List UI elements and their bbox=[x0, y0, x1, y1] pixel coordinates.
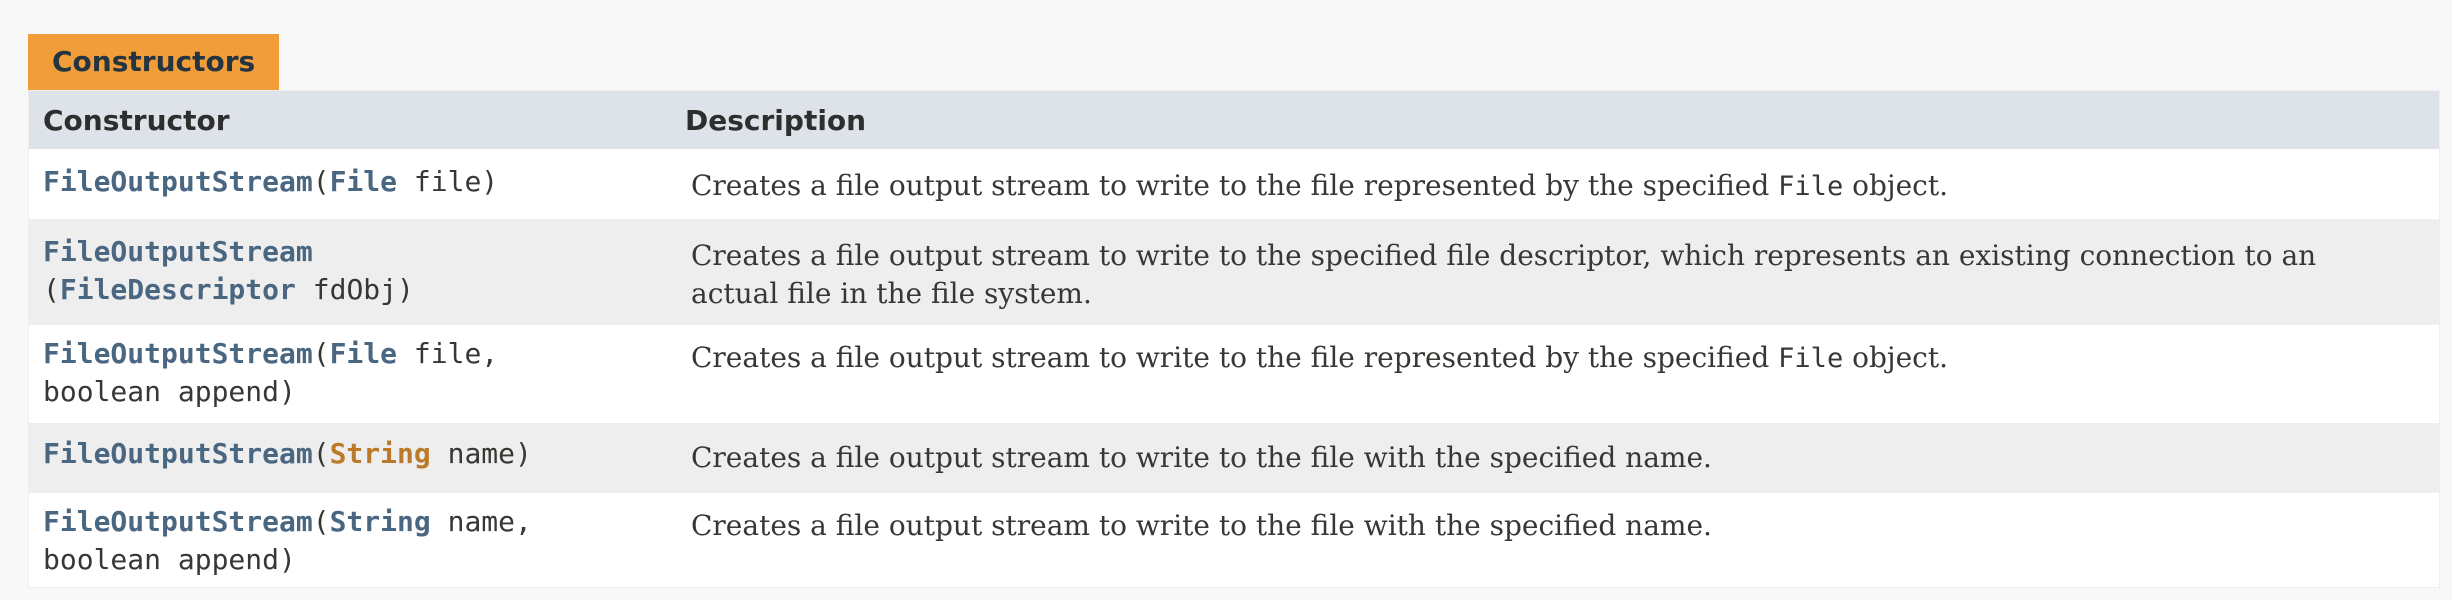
table-row: FileOutputStream(File file, boolean appe… bbox=[29, 325, 2439, 423]
constructor-description: Creates a file output stream to write to… bbox=[685, 325, 2439, 423]
description-text: object. bbox=[1843, 169, 1948, 202]
column-header-constructor: Constructor bbox=[43, 103, 230, 137]
param-name: file, bbox=[397, 337, 499, 370]
constructor-link[interactable]: FileOutputStream bbox=[43, 505, 313, 538]
constructor-signature: FileOutputStream (FileDescriptor fdObj) bbox=[29, 219, 685, 325]
constructor-signature: FileOutputStream(File file) bbox=[29, 149, 685, 219]
description-text: object. bbox=[1843, 341, 1948, 374]
signature-paren: ( bbox=[312, 337, 330, 370]
description-code: File bbox=[1778, 343, 1844, 374]
description-code: File bbox=[1778, 171, 1844, 202]
type-link-filedescriptor[interactable]: FileDescriptor bbox=[60, 273, 296, 306]
signature-paren: ( bbox=[43, 273, 60, 306]
constructor-signature: FileOutputStream(File file, boolean appe… bbox=[29, 325, 685, 423]
table-row: FileOutputStream (FileDescriptor fdObj) … bbox=[29, 219, 2439, 325]
description-text: Creates a file output stream to write to… bbox=[691, 169, 1779, 202]
param-name: name) bbox=[430, 437, 532, 470]
description-text: Creates a file output stream to write to… bbox=[691, 239, 2317, 272]
section-caption: Constructors bbox=[28, 34, 280, 90]
signature-paren: ( bbox=[312, 505, 330, 538]
constructor-description: Creates a file output stream to write to… bbox=[685, 149, 2439, 219]
constructor-description: Creates a file output stream to write to… bbox=[691, 509, 1712, 542]
type-link-string[interactable]: String bbox=[330, 505, 431, 538]
constructor-link[interactable]: FileOutputStream bbox=[43, 165, 313, 198]
constructor-summary-table: Constructor Description FileOutputStream… bbox=[28, 90, 2440, 588]
constructor-description: Creates a file output stream to write to… bbox=[685, 219, 2439, 325]
signature-paren: ( bbox=[312, 437, 330, 470]
param-line: boolean append) bbox=[43, 543, 296, 576]
table-row: FileOutputStream(File file) Creates a fi… bbox=[29, 149, 2439, 219]
column-header-description: Description bbox=[685, 103, 867, 137]
type-link-string[interactable]: String bbox=[330, 437, 431, 470]
constructor-signature: FileOutputStream(String name) bbox=[29, 423, 685, 493]
constructor-signature: FileOutputStream(String name, boolean ap… bbox=[29, 493, 685, 587]
constructor-link[interactable]: FileOutputStream bbox=[43, 235, 313, 268]
table-header: Constructor Description bbox=[29, 91, 2439, 149]
type-link-file[interactable]: File bbox=[330, 337, 397, 370]
table-row: FileOutputStream(String name) Creates a … bbox=[29, 423, 2439, 493]
table-row: FileOutputStream(String name, boolean ap… bbox=[29, 493, 2439, 587]
description-text: Creates a file output stream to write to… bbox=[691, 341, 1779, 374]
param-name: fdObj) bbox=[295, 273, 414, 306]
constructor-link[interactable]: FileOutputStream bbox=[43, 337, 313, 370]
constructor-description: Creates a file output stream to write to… bbox=[691, 441, 1712, 474]
type-link-file[interactable]: File bbox=[330, 165, 397, 198]
signature-paren: ( bbox=[312, 165, 330, 198]
constructor-summary-section: Constructors Constructor Description Fil… bbox=[28, 34, 2440, 588]
param-name: name, bbox=[430, 505, 532, 538]
param-line: boolean append) bbox=[43, 375, 296, 408]
constructor-link[interactable]: FileOutputStream bbox=[43, 437, 313, 470]
param-name: file) bbox=[397, 165, 499, 198]
description-text: actual file in the file system. bbox=[691, 277, 1092, 310]
